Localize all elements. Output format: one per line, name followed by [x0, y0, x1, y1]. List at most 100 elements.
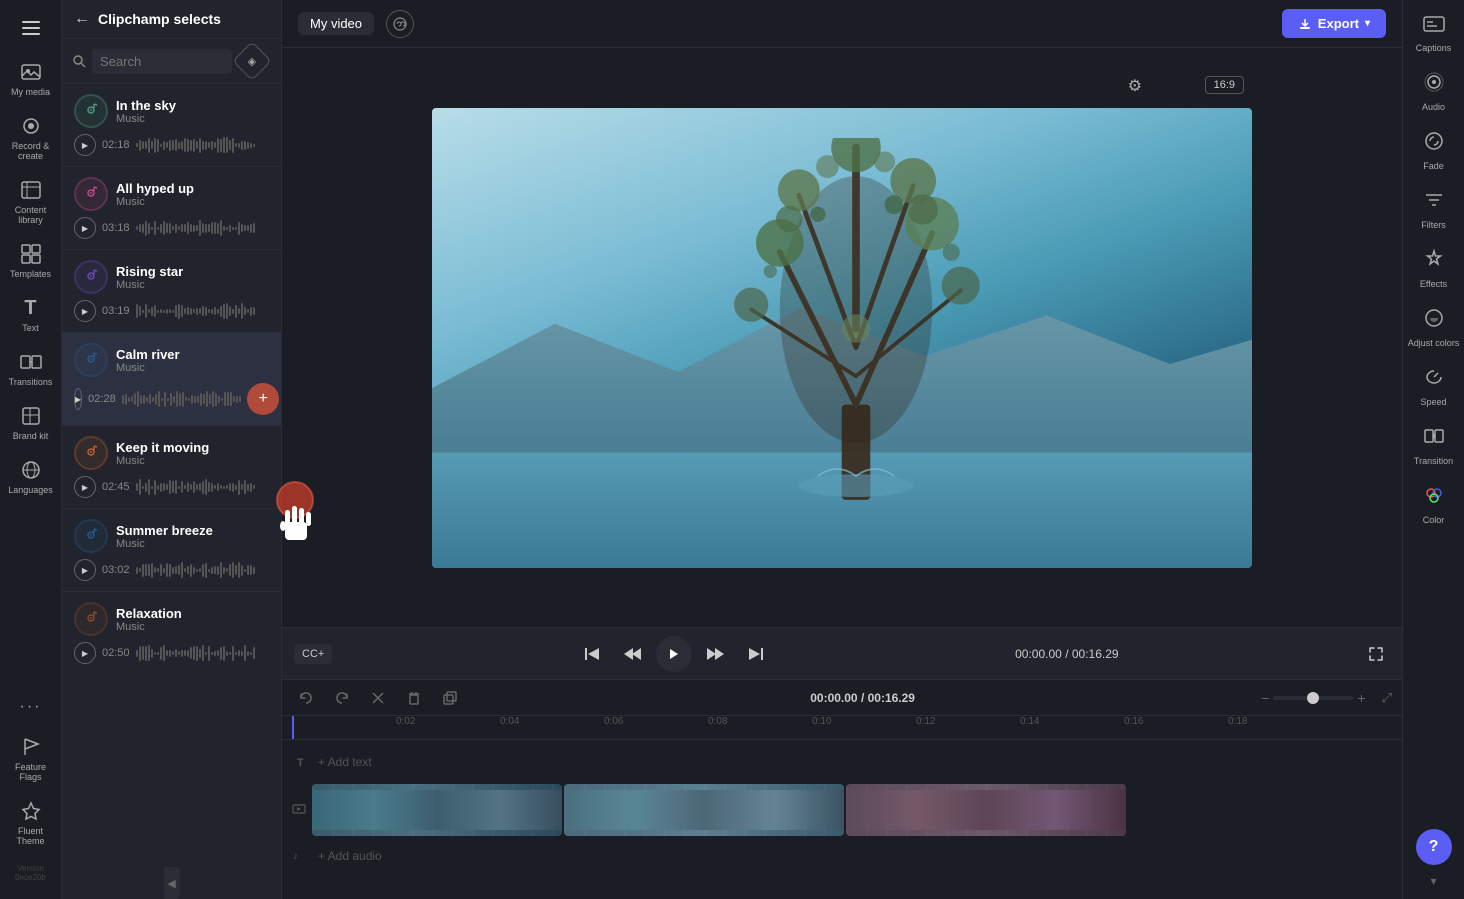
effects-icon	[1423, 248, 1445, 275]
music-item-rising-star[interactable]: Rising star Music ▶ 03:19	[62, 250, 281, 333]
video-clip-3[interactable]	[846, 784, 1126, 836]
sidebar-item-text[interactable]: T Text	[3, 289, 59, 341]
play-button[interactable]	[656, 636, 692, 672]
skip-back-button[interactable]	[576, 638, 608, 670]
sidebar-item-content-library[interactable]: Content library	[3, 171, 59, 233]
sidebar-item-templates[interactable]: Templates	[3, 235, 59, 287]
cc-button[interactable]: CC+	[294, 644, 332, 664]
add-music-button[interactable]: +	[247, 383, 279, 415]
auto-captions-button[interactable]	[386, 10, 414, 38]
search-icon	[72, 54, 86, 68]
audio-panel-button[interactable]: Audio	[1406, 63, 1462, 120]
music-item-keep-it-moving[interactable]: Keep it moving Music ▶ 02:45	[62, 426, 281, 509]
music-item-header: Keep it moving Music	[74, 436, 269, 470]
music-duration: 02:28	[88, 393, 116, 405]
search-input[interactable]	[92, 49, 232, 74]
sidebar-item-brand-kit[interactable]: Brand kit	[3, 397, 59, 449]
transitions-icon	[20, 351, 42, 373]
captions-panel-button[interactable]: Captions	[1406, 8, 1462, 61]
diamond-button[interactable]: ◈	[232, 41, 272, 81]
speed-panel-button[interactable]: Speed	[1406, 358, 1462, 415]
music-play-button[interactable]: ▶	[74, 642, 96, 664]
captions-icon	[393, 17, 407, 31]
music-avatar	[74, 177, 108, 211]
sidebar-item-languages[interactable]: Languages	[3, 451, 59, 503]
help-button[interactable]: ?	[1416, 829, 1452, 865]
sidebar-item-version: Version 0ece20b	[3, 856, 59, 890]
collapse-right-sidebar-button[interactable]: ▾	[1418, 871, 1450, 891]
filters-label: Filters	[1421, 220, 1446, 230]
audio-track-label: ♪	[292, 848, 312, 865]
color-panel-button[interactable]: Color	[1406, 476, 1462, 533]
hamburger-menu[interactable]	[11, 8, 51, 48]
video-clip-2[interactable]	[564, 784, 844, 836]
music-info: All hyped up Music	[116, 181, 269, 208]
waveform	[136, 477, 269, 497]
panel-collapse-button[interactable]: ◀	[164, 867, 180, 899]
redo-button[interactable]	[328, 684, 356, 712]
undo-button[interactable]	[292, 684, 320, 712]
expand-timeline-button[interactable]: ⤢	[1382, 690, 1392, 706]
fast-forward-button[interactable]	[700, 638, 732, 670]
feature-flags-icon	[20, 736, 42, 758]
music-play-button[interactable]: ▶	[74, 300, 96, 322]
music-item-header: In the sky Music	[74, 94, 269, 128]
music-info: In the sky Music	[116, 98, 269, 125]
content-library-icon	[20, 179, 42, 201]
music-name: Keep it moving	[116, 440, 269, 455]
feature-flags-label: Feature Flags	[7, 762, 55, 782]
add-audio-button[interactable]: + Add audio	[318, 849, 382, 863]
music-play-button[interactable]: ▶	[74, 476, 96, 498]
project-tab[interactable]: My video	[298, 12, 374, 35]
sidebar-item-my-media[interactable]: My media	[3, 53, 59, 105]
video-clip-1[interactable]	[312, 784, 562, 836]
music-item-all-hyped-up[interactable]: All hyped up Music ▶ 03:18	[62, 167, 281, 250]
music-duration: 03:19	[102, 305, 130, 317]
music-play-button[interactable]: ▶	[74, 559, 96, 581]
music-avatar	[74, 519, 108, 553]
transition-panel-button[interactable]: Transition	[1406, 417, 1462, 474]
music-item-relaxation[interactable]: Relaxation Music ▶ 02:50	[62, 592, 281, 667]
time-display: 00:00.00 / 00:16.29	[1015, 647, 1118, 661]
copy-button[interactable]	[436, 684, 464, 712]
music-item-calm-river[interactable]: Calm river Music ▶ 02:28 +	[62, 333, 281, 426]
adjust-colors-panel-button[interactable]: Adjust colors	[1406, 299, 1462, 356]
music-item-header: All hyped up Music	[74, 177, 269, 211]
sidebar-item-fluent-theme[interactable]: Fluent Theme	[3, 792, 59, 854]
fade-panel-button[interactable]: Fade	[1406, 122, 1462, 179]
music-name: Summer breeze	[116, 523, 269, 538]
music-play-button[interactable]: ▶	[74, 134, 96, 156]
panel-back-button[interactable]: ←	[74, 10, 90, 28]
export-button[interactable]: Export ▾	[1282, 9, 1386, 38]
captions-icon	[1423, 16, 1445, 39]
filters-panel-button[interactable]: Filters	[1406, 181, 1462, 238]
music-play-button[interactable]: ▶	[74, 388, 82, 410]
music-controls: ▶ 02:18	[74, 134, 269, 156]
sidebar-item-feature-flags[interactable]: Feature Flags	[3, 728, 59, 790]
sidebar-item-record-create[interactable]: Record & create	[3, 107, 59, 169]
video-preview-area: ⚙ 16:9	[282, 48, 1402, 627]
fullscreen-button[interactable]	[1362, 640, 1390, 668]
effects-panel-button[interactable]: Effects	[1406, 240, 1462, 297]
music-play-button[interactable]: ▶	[74, 217, 96, 239]
zoom-out-button[interactable]: −	[1261, 690, 1269, 706]
templates-icon	[20, 243, 42, 265]
sidebar-item-more[interactable]: ···	[3, 688, 59, 726]
waveform	[136, 135, 269, 155]
ruler-mark: 0:02	[396, 716, 415, 727]
aspect-ratio-badge[interactable]: 16:9	[1205, 76, 1244, 94]
preview-settings-button[interactable]: ⚙	[1128, 76, 1142, 96]
sidebar-item-transitions[interactable]: Transitions	[3, 343, 59, 395]
music-item-summer-breeze[interactable]: Summer breeze Music ▶ 03:02	[62, 509, 281, 592]
zoom-slider[interactable]	[1273, 696, 1353, 700]
music-name: Rising star	[116, 264, 269, 279]
zoom-in-button[interactable]: +	[1357, 690, 1365, 706]
music-duration: 03:18	[102, 222, 130, 234]
add-text-button[interactable]: + Add text	[318, 755, 372, 769]
rewind-button[interactable]	[616, 638, 648, 670]
my-media-label: My media	[11, 87, 50, 97]
delete-button[interactable]	[400, 684, 428, 712]
skip-forward-button[interactable]	[740, 638, 772, 670]
cut-button[interactable]	[364, 684, 392, 712]
music-item-in-the-sky[interactable]: In the sky Music ▶ 02:18	[62, 84, 281, 167]
